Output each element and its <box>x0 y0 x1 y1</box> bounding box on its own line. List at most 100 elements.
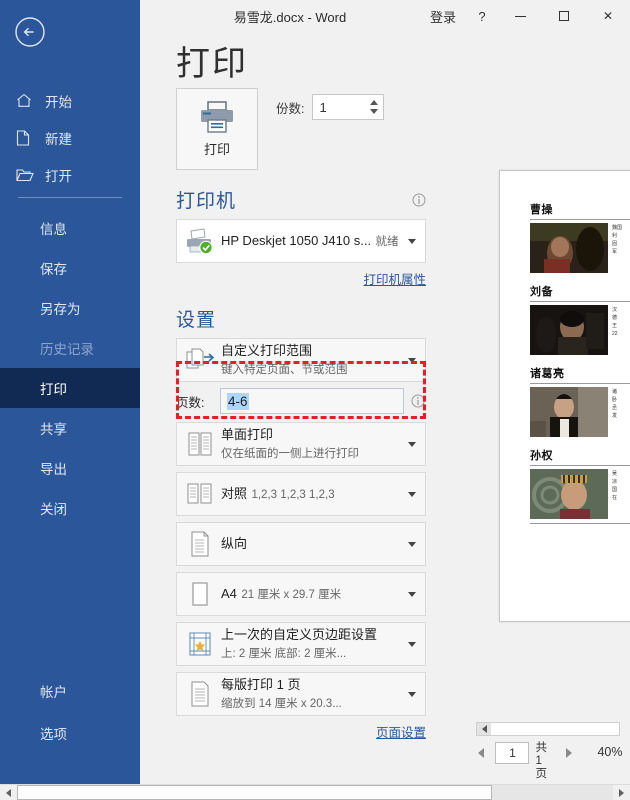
sidebar-item-label: 打印 <box>40 378 67 398</box>
paper-size-selector[interactable]: A4 21 厘米 x 29.7 厘米 <box>176 572 426 616</box>
pages-per-sheet-text: 每版打印 1 页 缩放到 14 厘米 x 20.3... <box>217 676 403 712</box>
current-page-field[interactable] <box>495 742 529 764</box>
margins-text: 上一次的自定义页边距设置 上: 2 厘米 底部: 2 厘米... <box>217 626 403 662</box>
scrollbar-thumb[interactable] <box>17 785 492 800</box>
preview-line: 固 <box>612 240 630 248</box>
sidebar-item-label: 另存为 <box>40 298 81 318</box>
preview-content: 曹操 魏国 利 固 <box>500 171 630 524</box>
new-document-icon <box>16 130 38 146</box>
scroll-left-arrow-icon[interactable] <box>0 785 17 800</box>
minimize-icon <box>515 16 526 17</box>
copies-stepper[interactable] <box>312 94 384 120</box>
sidebar-item-history[interactable]: 历史记录 <box>0 328 140 368</box>
chevron-down-icon[interactable] <box>403 642 421 647</box>
preview-entry-body: 汉 德 王 22 <box>530 305 630 355</box>
window-horizontal-scrollbar[interactable] <box>0 784 630 800</box>
sidebar-item-print[interactable]: 打印 <box>0 368 140 408</box>
preview-footer: 共 1 页 40% <box>466 738 630 782</box>
chevron-down-icon[interactable] <box>403 492 421 497</box>
printer-section-title: 打印机 <box>176 186 236 213</box>
pages-per-sheet-icon <box>183 680 217 708</box>
print-range-subtitle: 键入特定页面、节或范围 <box>221 364 348 376</box>
sidebar-item-home[interactable]: 开始 <box>0 82 140 119</box>
print-action-row: 打印 份数: <box>176 88 426 170</box>
info-icon[interactable] <box>410 394 426 408</box>
page-setup-link[interactable]: 页面设置 <box>376 726 426 740</box>
sidebar-item-info[interactable]: 信息 <box>0 208 140 248</box>
pages-input-value: 4-6 <box>227 393 249 410</box>
chevron-up-icon[interactable] <box>370 100 378 105</box>
print-button[interactable]: 打印 <box>176 88 258 170</box>
scroll-left-arrow-icon[interactable] <box>477 723 491 735</box>
maximize-button[interactable] <box>542 0 586 32</box>
printer-properties-link[interactable]: 打印机属性 <box>363 273 426 287</box>
copies-label: 份数: <box>276 98 304 117</box>
pages-per-sheet-selector[interactable]: 每版打印 1 页 缩放到 14 厘米 x 20.3... <box>176 672 426 716</box>
sidebar-item-close[interactable]: 关闭 <box>0 488 140 528</box>
scroll-right-arrow-icon[interactable] <box>613 785 630 800</box>
scrollbar-track[interactable] <box>492 785 613 800</box>
info-icon[interactable] <box>412 193 426 207</box>
copies-spin-arrows[interactable] <box>365 95 383 119</box>
preview-entry: 刘备 汉 德 王 <box>530 283 630 355</box>
preview-line: 凉 <box>612 478 630 486</box>
chevron-down-icon[interactable] <box>403 442 421 447</box>
sidebar-item-options[interactable]: 选项 <box>0 712 140 754</box>
preview-line: 丞 <box>612 404 630 412</box>
sidebar-item-share[interactable]: 共享 <box>0 408 140 448</box>
copies-input[interactable] <box>313 95 365 119</box>
back-arrow-icon[interactable] <box>12 14 48 50</box>
print-range-selector[interactable]: 自定义打印范围 键入特定页面、节或范围 <box>176 338 426 382</box>
printer-selector[interactable]: HP Deskjet 1050 J410 s... 就绪 <box>176 219 426 263</box>
margins-selector[interactable]: 上一次的自定义页边距设置 上: 2 厘米 底部: 2 厘米... <box>176 622 426 666</box>
sidebar-item-save-as[interactable]: 另存为 <box>0 288 140 328</box>
scrollbar-thumb[interactable] <box>491 723 619 735</box>
backstage-sidebar: 开始 新建 打开 信息 保存 另存为 历史记录 打印 共享 导出 <box>0 0 140 784</box>
chevron-down-icon[interactable] <box>403 542 421 547</box>
orientation-title: 纵向 <box>221 536 247 551</box>
chevron-down-icon[interactable] <box>403 358 421 363</box>
sidebar-item-label: 选项 <box>40 723 67 743</box>
minimize-button[interactable] <box>498 0 542 32</box>
orientation-selector[interactable]: 纵向 <box>176 522 426 566</box>
collate-text: 对照 1,2,3 1,2,3 1,2,3 <box>217 485 403 503</box>
print-button-label: 打印 <box>204 139 230 158</box>
sidebar-item-save[interactable]: 保存 <box>0 248 140 288</box>
sidebar-top-group: 开始 新建 打开 <box>0 82 140 193</box>
duplex-selector[interactable]: 单面打印 仅在纸面的一侧上进行打印 <box>176 422 426 466</box>
chevron-down-icon[interactable] <box>403 692 421 697</box>
duplex-subtitle: 仅在纸面的一侧上进行打印 <box>221 448 359 460</box>
pages-input[interactable]: 4-6 <box>220 388 404 414</box>
preview-entry-body: 诸 卧 丞 发 <box>530 387 630 437</box>
sign-in-button[interactable]: 登录 <box>420 0 466 32</box>
close-button[interactable]: ✕ <box>586 0 630 32</box>
portrait-icon <box>183 530 217 558</box>
title-bar: 易雪龙.docx - Word 登录 ? ✕ <box>140 0 630 32</box>
sidebar-item-new[interactable]: 新建 <box>0 119 140 156</box>
margins-subtitle: 上: 2 厘米 底部: 2 厘米... <box>221 648 346 660</box>
current-page-input[interactable] <box>496 743 528 763</box>
preview-horizontal-scrollbar[interactable] <box>476 722 620 736</box>
sidebar-item-label: 帐户 <box>40 681 67 701</box>
chevron-down-icon[interactable] <box>403 592 421 597</box>
help-button[interactable]: ? <box>466 0 498 32</box>
chevron-down-icon[interactable] <box>370 109 378 114</box>
preview-entry-body: 吴 凉 国 在 <box>530 469 630 519</box>
previous-page-button[interactable] <box>473 742 489 764</box>
sidebar-item-open[interactable]: 打开 <box>0 156 140 193</box>
sidebar-item-export[interactable]: 导出 <box>0 448 140 488</box>
next-page-button[interactable] <box>561 742 577 764</box>
sidebar-item-label: 打开 <box>45 165 72 185</box>
preview-page[interactable]: 曹操 魏国 利 固 <box>499 170 630 622</box>
sidebar-item-label: 开始 <box>45 91 72 111</box>
zoom-level-label[interactable]: 40% <box>597 742 622 759</box>
sidebar-item-account[interactable]: 帐户 <box>0 670 140 712</box>
sidebar-item-label: 新建 <box>45 128 72 148</box>
chevron-down-icon[interactable] <box>403 239 421 244</box>
printer-text: HP Deskjet 1050 J410 s... 就绪 <box>217 232 403 250</box>
page-setup-row: 页面设置 <box>176 722 426 742</box>
margins-title: 上一次的自定义页边距设置 <box>221 627 377 642</box>
collate-selector[interactable]: 对照 1,2,3 1,2,3 1,2,3 <box>176 472 426 516</box>
preview-entry-lines: 魏国 利 固 军 <box>612 223 630 273</box>
sidebar-item-label: 信息 <box>40 218 67 238</box>
